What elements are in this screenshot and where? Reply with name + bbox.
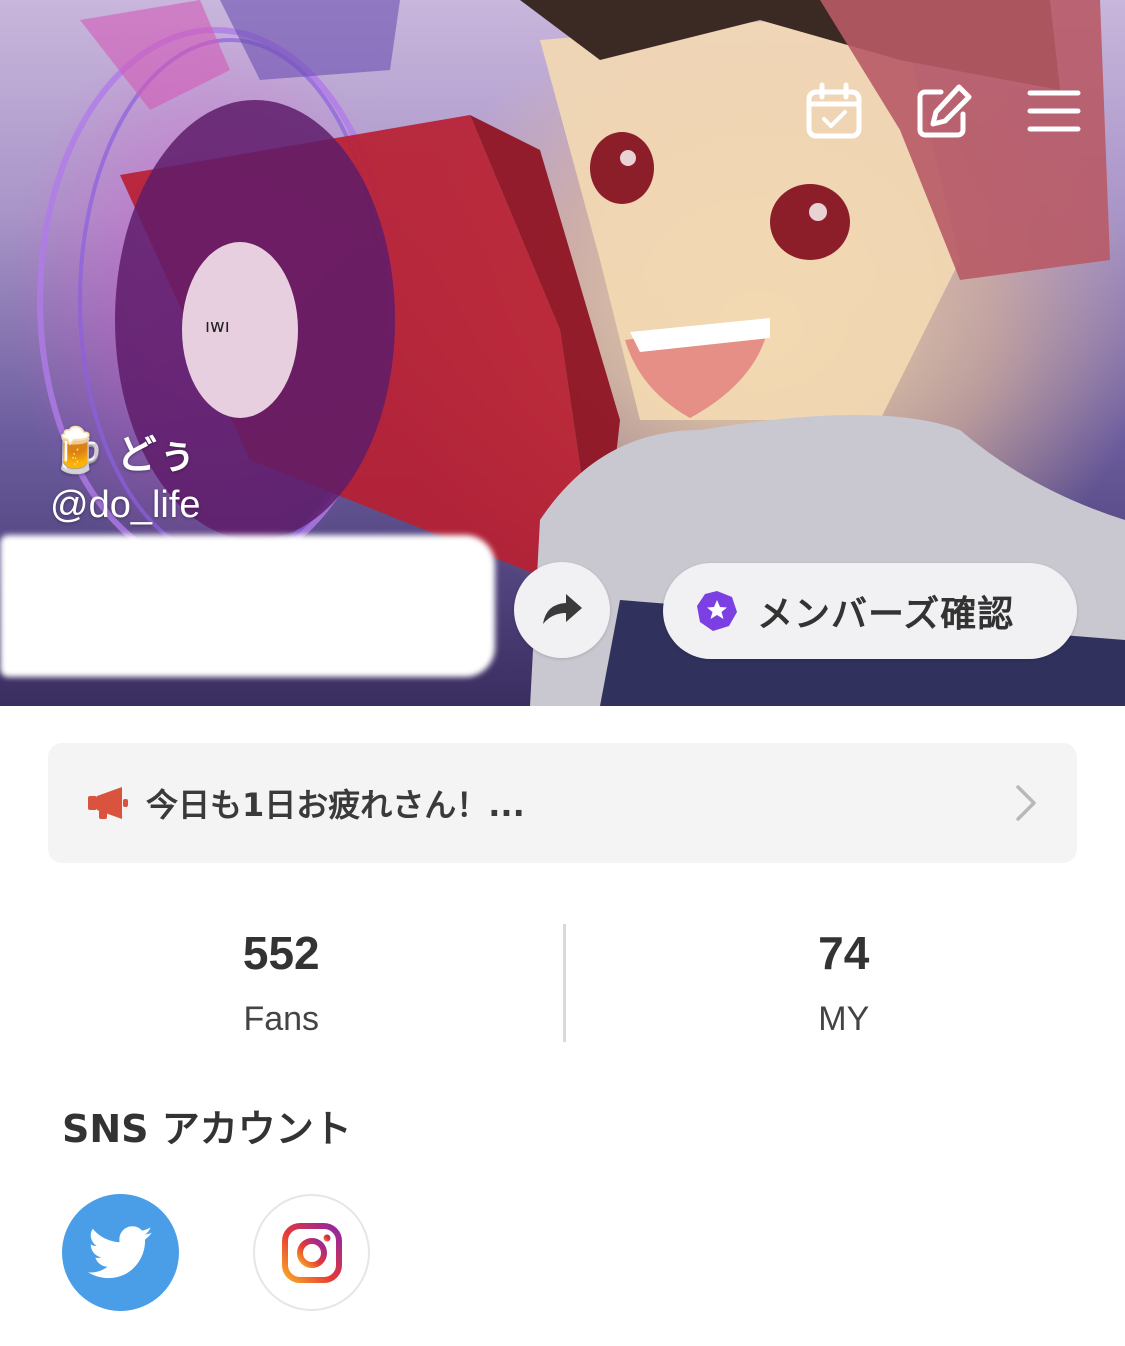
share-arrow-icon — [543, 594, 582, 624]
twitter-icon — [87, 1225, 152, 1278]
instagram-link[interactable] — [253, 1194, 370, 1311]
display-name: どぅ — [116, 432, 197, 478]
members-check-button[interactable]: メンバーズ確認 — [663, 563, 1077, 659]
profile-cover: ıwı 🍺 どぅ @do_life メンバーズ確認 — [0, 0, 1125, 706]
svg-text:ıwı: ıwı — [205, 316, 230, 337]
share-button[interactable] — [514, 562, 610, 658]
my-count: 74 — [818, 927, 870, 979]
beer-emoji-icon: 🍺 — [50, 425, 105, 476]
header-actions — [803, 80, 1085, 142]
my-stat[interactable]: 74 MY — [563, 920, 1125, 1044]
twitter-link[interactable] — [62, 1194, 179, 1311]
members-check-label: メンバーズ確認 — [757, 594, 1015, 635]
sns-section-title: SNS アカウント — [62, 1107, 352, 1151]
user-name-row: 🍺 どぅ — [50, 420, 201, 482]
redacted-bio — [0, 535, 495, 677]
star-badge-icon — [697, 591, 737, 631]
profile-stats: 552 Fans 74 MY — [0, 920, 1125, 1044]
instagram-icon — [281, 1222, 342, 1283]
user-info: 🍺 どぅ @do_life — [50, 420, 201, 527]
announcement-text: 今日も1日お疲れさん！... — [146, 786, 525, 824]
user-handle: @do_life — [50, 484, 201, 526]
menu-icon[interactable] — [1023, 80, 1085, 142]
my-label: MY — [818, 1000, 870, 1038]
announcement-bar[interactable]: 今日も1日お疲れさん！... — [48, 743, 1077, 863]
fans-count: 552 — [242, 927, 320, 979]
sns-accounts — [62, 1194, 370, 1311]
megaphone-icon — [88, 787, 128, 819]
edit-icon[interactable] — [913, 80, 975, 142]
fans-label: Fans — [243, 1000, 320, 1038]
chevron-right-icon — [1016, 785, 1036, 821]
fans-stat[interactable]: 552 Fans — [0, 920, 563, 1044]
stats-divider — [563, 924, 566, 1042]
calendar-check-icon[interactable] — [803, 80, 865, 142]
